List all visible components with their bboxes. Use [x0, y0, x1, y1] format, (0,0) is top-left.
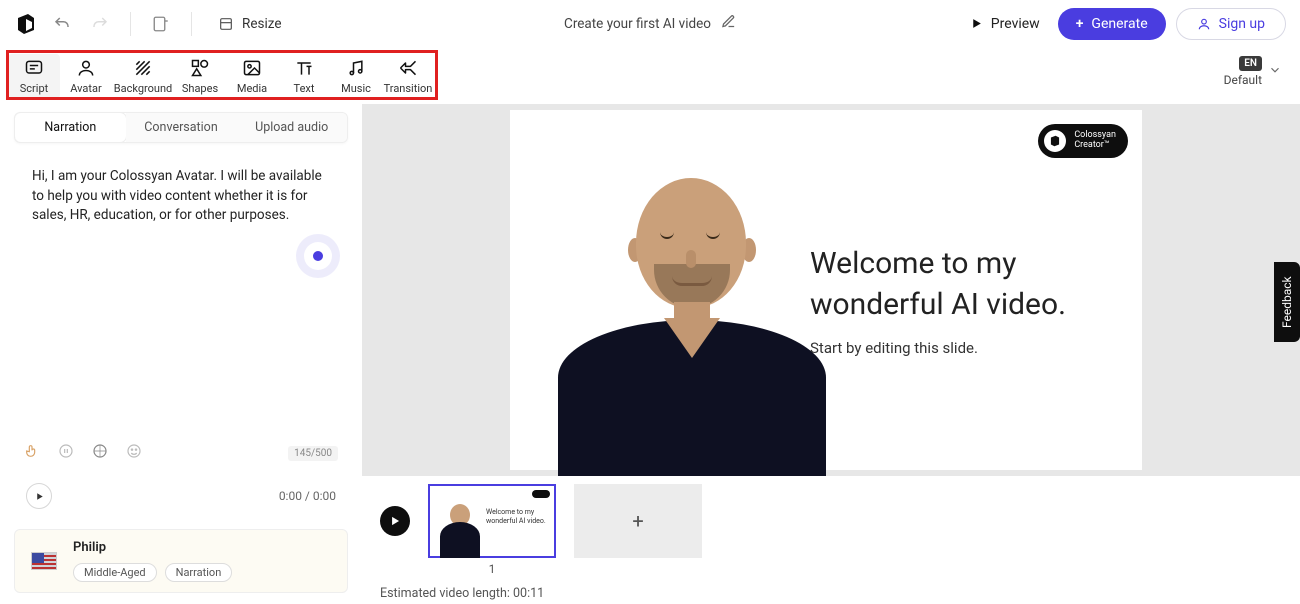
tab-conversation[interactable]: Conversation	[126, 113, 237, 142]
voice-card[interactable]: Philip Middle-Aged Narration	[14, 529, 348, 593]
slide-subtitle[interactable]: Start by editing this slide.	[810, 339, 1114, 357]
avatar-image	[546, 160, 838, 470]
generate-button[interactable]: + Generate	[1058, 8, 1166, 40]
language-selector[interactable]: EN Default	[1224, 56, 1282, 87]
separator	[130, 12, 131, 36]
timeline-play-button[interactable]	[380, 506, 410, 536]
slide-canvas[interactable]: ColossyanCreator™ Welcome to mywonderful…	[510, 110, 1142, 470]
emoji-icon[interactable]	[126, 443, 142, 463]
slide-thumbnail[interactable]: Welcome to mywonderful AI video.	[428, 484, 556, 558]
undo-icon[interactable]	[48, 10, 76, 38]
language-code: EN	[1239, 56, 1262, 71]
brand-badge: ColossyanCreator™	[1038, 124, 1128, 158]
voice-tag: Middle-Aged	[73, 563, 157, 582]
slide-title[interactable]: Welcome to mywonderful AI video.	[810, 244, 1114, 325]
preview-button[interactable]: Preview	[962, 10, 1048, 38]
signup-label: Sign up	[1219, 16, 1265, 32]
plus-icon: +	[1076, 16, 1084, 32]
record-indicator[interactable]	[304, 242, 332, 270]
layout-icon[interactable]	[147, 10, 175, 38]
voice-name: Philip	[73, 540, 236, 555]
brand-line2: Creator™	[1074, 140, 1109, 150]
edit-title-icon[interactable]	[721, 14, 736, 33]
highlight-box	[6, 50, 438, 100]
add-slide-button[interactable]: +	[574, 484, 702, 558]
generate-label: Generate	[1091, 16, 1147, 32]
hand-icon[interactable]	[24, 443, 40, 463]
language-label: Default	[1224, 73, 1262, 87]
pronounce-icon[interactable]	[92, 443, 108, 463]
signup-button[interactable]: Sign up	[1176, 8, 1286, 40]
estimated-length: Estimated video length: 00:11	[380, 586, 1282, 601]
resize-button[interactable]: Resize	[208, 12, 291, 36]
preview-label: Preview	[991, 16, 1040, 32]
feedback-tab[interactable]: Feedback	[1274, 262, 1300, 342]
play-script-button[interactable]	[26, 483, 52, 509]
pause-marker-icon[interactable]	[58, 443, 74, 463]
script-textarea[interactable]: Hi, I am your Colossyan Avatar. I will b…	[14, 159, 348, 439]
script-time: 0:00 / 0:00	[279, 489, 336, 503]
resize-label: Resize	[242, 16, 281, 32]
char-count: 145/500	[288, 446, 338, 461]
brand-line1: Colossyan	[1074, 130, 1116, 140]
app-logo[interactable]	[14, 12, 38, 36]
us-flag-icon	[31, 552, 57, 570]
separator	[191, 12, 192, 36]
slide-number: 1	[428, 562, 556, 576]
chevron-down-icon	[1268, 63, 1282, 80]
project-title[interactable]: Create your first AI video	[564, 16, 711, 32]
script-tabs: Narration Conversation Upload audio	[14, 112, 348, 143]
tab-narration[interactable]: Narration	[15, 113, 126, 142]
voice-tag: Narration	[165, 563, 233, 582]
tab-upload-audio[interactable]: Upload audio	[236, 113, 347, 142]
redo-icon[interactable]	[86, 10, 114, 38]
